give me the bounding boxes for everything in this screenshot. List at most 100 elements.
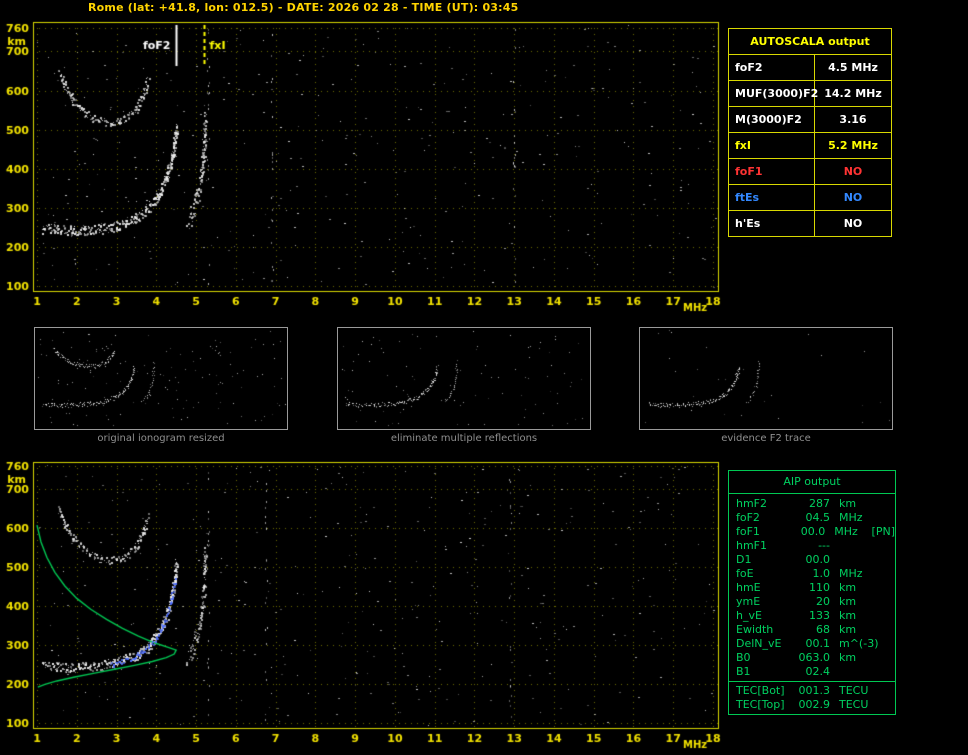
- aip-tec-row-1: TEC[Top] 002.9 TECU: [729, 698, 895, 712]
- aip-row-name: B1: [736, 665, 751, 678]
- thumbnail-caption-1: original ionogram resized: [97, 433, 225, 444]
- autoscala-row-label: M(3000)F2: [729, 107, 815, 132]
- autoscala-row-label: ftEs: [729, 185, 815, 210]
- aip-row-name: D1: [736, 553, 752, 566]
- aip-table-header: AIP output: [729, 471, 895, 494]
- aip-row-unit: km: [839, 497, 857, 510]
- aip-row-extra: [873, 595, 895, 609]
- aip-row-7: ymE 20 km: [729, 595, 895, 609]
- autoscala-row-label: MUF(3000)F2: [729, 81, 818, 106]
- autoscala-row-0: foF2 4.5 MHz: [729, 55, 891, 81]
- aip-row-extra: [873, 623, 895, 637]
- aip-row-8: h_vE 133 km: [729, 609, 895, 623]
- autoscala-row-5: ftEs NO: [729, 185, 891, 211]
- aip-row-extra: [873, 609, 895, 623]
- autoscala-table-header: AUTOSCALA output: [729, 29, 891, 55]
- aip-row-unit: km: [839, 581, 857, 594]
- autoscala-row-value: 4.5 MHz: [828, 61, 878, 74]
- aip-row-value: 110: [809, 581, 830, 594]
- aip-row-extra: [873, 637, 895, 651]
- aip-row-value: 04.5: [805, 511, 831, 524]
- aip-row-name: hmF1: [736, 539, 768, 552]
- aip-row-extra: [873, 651, 895, 665]
- autoscala-row-value: 14.2 MHz: [824, 87, 882, 100]
- aip-row-unit: km: [839, 609, 857, 622]
- autoscala-row-label: fxI: [729, 133, 815, 158]
- aip-row-unit: MHz: [839, 567, 863, 580]
- aip-tec-unit: TECU: [839, 698, 869, 711]
- aip-row-name: foF2: [736, 511, 760, 524]
- aip-row-value: 287: [809, 497, 830, 510]
- autoscala-row-value: 5.2 MHz: [828, 139, 878, 152]
- aip-row-name: B0: [736, 651, 751, 664]
- aip-row-10: DelN_vE 00.1 m^(-3): [729, 637, 895, 651]
- aip-row-unit: km: [839, 623, 857, 636]
- aip-row-1: foF2 04.5 MHz: [729, 511, 895, 525]
- aip-row-unit: [830, 539, 873, 553]
- thumbnail-caption-2: eliminate multiple reflections: [390, 433, 538, 444]
- autoscala-row-value: 3.16: [839, 113, 867, 126]
- aip-row-5: foE 1.0 MHz: [729, 567, 895, 581]
- autoscala-row-1: MUF(3000)F2 14.2 MHz: [729, 81, 891, 107]
- thumbnail-evidence-f2-trace: [639, 327, 893, 430]
- aip-row-value: 1.0: [812, 567, 831, 580]
- aip-row-4: D1 00.0: [729, 553, 895, 567]
- aip-row-name: h_vE: [736, 609, 762, 622]
- aip-row-12: B1 02.4: [729, 665, 895, 679]
- aip-tec-unit: TECU: [839, 684, 869, 697]
- thumbnail-original-ionogram: [34, 327, 288, 430]
- aip-row-extra: [873, 497, 895, 511]
- aip-tec-value: 001.3: [798, 684, 831, 697]
- aip-row-name: hmE: [736, 581, 761, 594]
- aip-row-value: 00.1: [805, 637, 831, 650]
- autoscala-row-value: NO: [843, 217, 863, 230]
- aip-row-0: hmF2 287 km: [729, 497, 895, 511]
- aip-row-extra: [873, 539, 895, 553]
- aip-tec-name: TEC[Bot]: [736, 684, 785, 697]
- aip-row-unit: MHz: [834, 525, 858, 538]
- aip-row-value: 68: [816, 623, 830, 636]
- aip-row-9: Ewidth 68 km: [729, 623, 895, 637]
- aip-row-unit: [830, 665, 873, 679]
- aip-tec-row-0: TEC[Bot] 001.3 TECU: [729, 684, 895, 698]
- aip-row-name: DelN_vE: [736, 637, 782, 650]
- autoscala-row-label: foF2: [729, 55, 815, 80]
- aip-row-unit: m^(-3): [839, 637, 879, 650]
- aip-tec-separator: TEC[Bot] 001.3 TECU TEC[Top] 002.9 TECU: [729, 681, 895, 712]
- thumbnail-caption-3: evidence F2 trace: [721, 433, 811, 444]
- aip-row-11: B0 063.0 km: [729, 651, 895, 665]
- aip-output-table: AIP output hmF2 287 km foF2 04.5 MHz foF1 00.0 M…: [728, 470, 896, 715]
- aip-row-value: 02.4: [805, 665, 831, 678]
- aip-row-6: hmE 110 km: [729, 581, 895, 595]
- aip-row-value: 00.0: [800, 525, 826, 538]
- aip-row-name: ymE: [736, 595, 761, 608]
- aip-row-name: hmF2: [736, 497, 768, 510]
- aip-row-unit: [830, 553, 873, 567]
- aip-row-value: 063.0: [798, 651, 831, 664]
- top-ionogram-plot: [0, 16, 724, 316]
- aip-row-2: foF1 00.0 MHz [PN]: [729, 525, 895, 539]
- aip-row-3: hmF1 ---: [729, 539, 895, 553]
- autoscala-row-4: foF1 NO: [729, 159, 891, 185]
- aip-row-value: 00.0: [805, 553, 831, 566]
- bottom-ionogram-plot: [0, 456, 724, 755]
- aip-row-value: ---: [818, 539, 830, 552]
- autoscala-row-2: M(3000)F2 3.16: [729, 107, 891, 133]
- autoscala-row-value: NO: [843, 165, 863, 178]
- thumbnail-eliminate-reflections: [337, 327, 591, 430]
- aip-row-name: Ewidth: [736, 623, 774, 636]
- aip-row-extra: [873, 581, 895, 595]
- aip-row-extra: [873, 511, 895, 525]
- aip-row-extra: [873, 553, 895, 567]
- aip-row-extra: [873, 567, 895, 581]
- autoscala-row-6: h'Es NO: [729, 211, 891, 236]
- aip-table-rows: hmF2 287 km foF2 04.5 MHz foF1 00.0 MHz [PN] hmF1-…: [729, 494, 895, 714]
- autoscala-row-3: fxI 5.2 MHz: [729, 133, 891, 159]
- aip-row-unit: MHz: [839, 511, 863, 524]
- aip-tec-name: TEC[Top]: [736, 698, 785, 711]
- page-title: Rome (lat: +41.8, lon: 012.5) - DATE: 20…: [88, 1, 519, 14]
- aip-row-value: 133: [809, 609, 830, 622]
- aip-row-name: foE: [736, 567, 754, 580]
- autoscala-row-label: foF1: [729, 159, 815, 184]
- aip-row-value: 20: [816, 595, 830, 608]
